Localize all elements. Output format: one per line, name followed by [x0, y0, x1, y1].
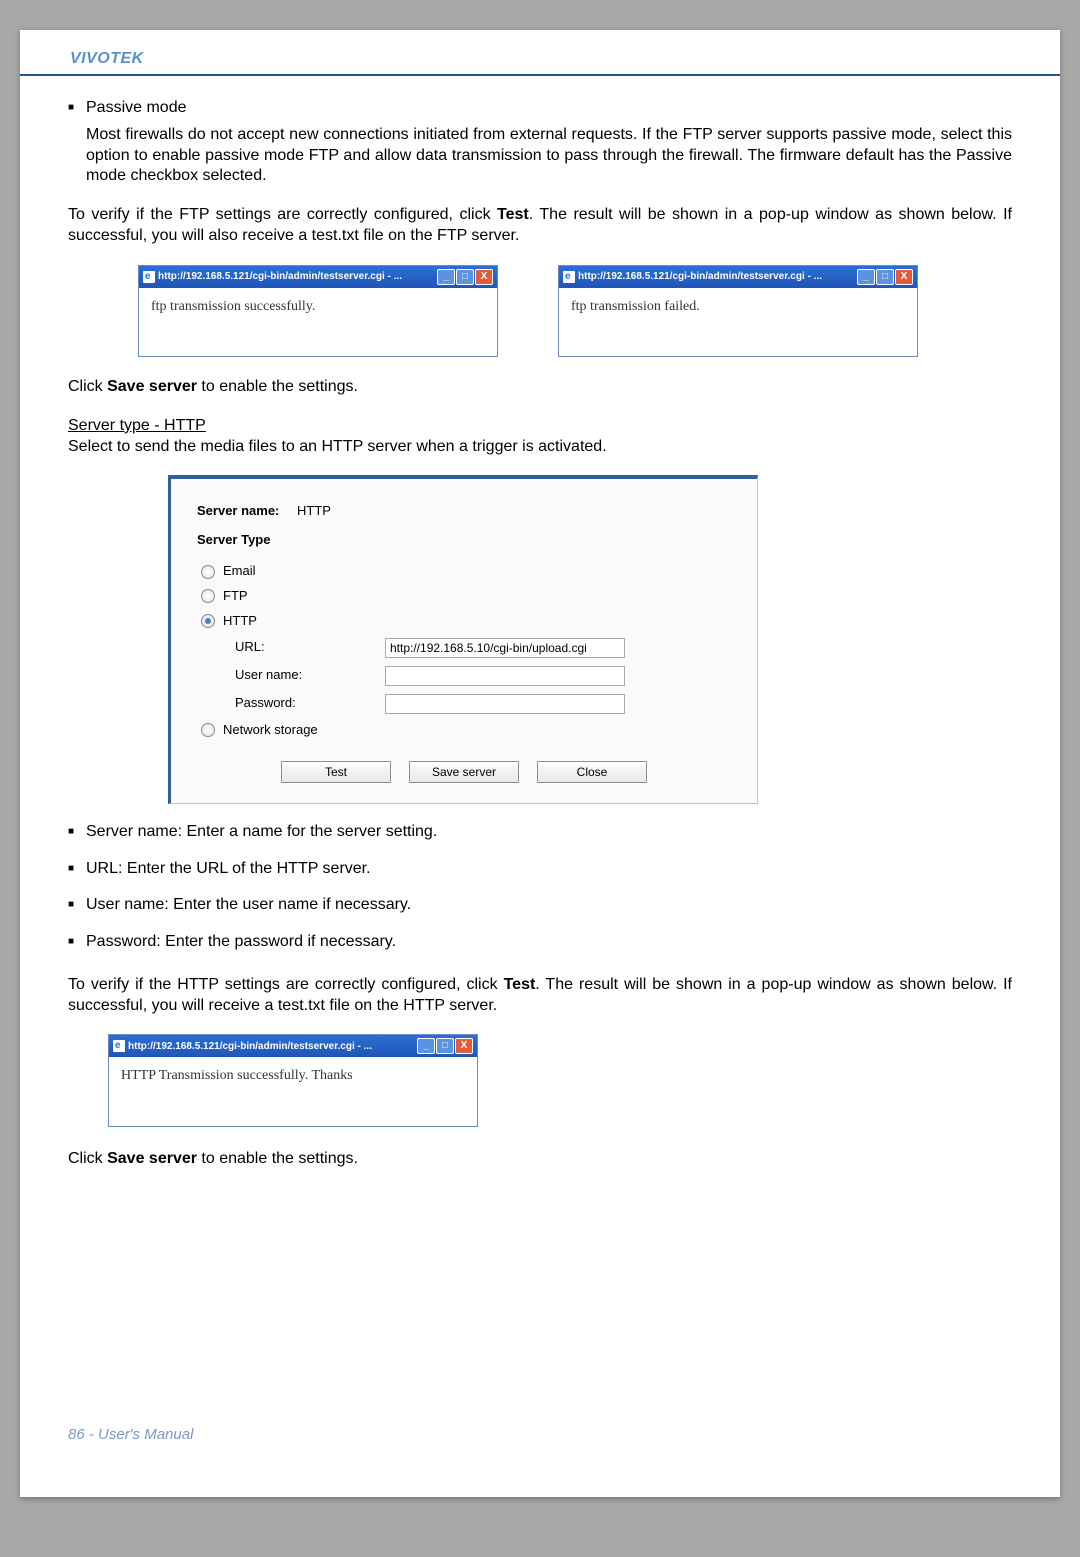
minimize-button[interactable]: _	[857, 269, 875, 285]
popup-titlebar: http://192.168.5.121/cgi-bin/admin/tests…	[109, 1035, 477, 1057]
username-input[interactable]	[385, 666, 625, 686]
http-success-popup: http://192.168.5.121/cgi-bin/admin/tests…	[108, 1034, 478, 1126]
server-name-label: Server name:	[197, 503, 297, 520]
http-verify-text: To verify if the HTTP settings are corre…	[68, 975, 1012, 1017]
url-input[interactable]	[385, 638, 625, 658]
save-post: to enable the settings.	[197, 1150, 358, 1167]
radio-http[interactable]	[201, 614, 215, 628]
document-page: VIVOTEK Passive mode Most firewalls do n…	[20, 30, 1060, 1497]
passive-mode-body: Most firewalls do not accept new connect…	[68, 125, 1012, 187]
ie-icon	[113, 1040, 125, 1052]
save-post: to enable the settings.	[197, 378, 358, 395]
http-verify-word: Test	[504, 976, 536, 993]
close-config-button[interactable]: Close	[537, 761, 647, 783]
radio-ftp[interactable]	[201, 589, 215, 603]
window-buttons: _ □ X	[437, 269, 493, 285]
http-section-title: Server type - HTTP	[68, 416, 1012, 437]
config-button-row: Test Save server Close	[197, 761, 731, 783]
ie-icon	[563, 271, 575, 283]
url-label: URL:	[235, 639, 385, 656]
window-buttons: _ □ X	[857, 269, 913, 285]
ie-icon	[143, 271, 155, 283]
popup-body: ftp transmission successfully.	[139, 288, 497, 356]
popup-title: http://192.168.5.121/cgi-bin/admin/tests…	[158, 270, 434, 283]
page-footer: 86 - User's Manual	[68, 1426, 193, 1443]
save-word: Save server	[107, 1150, 197, 1167]
radio-ns-label: Network storage	[223, 722, 318, 739]
radio-ns-row[interactable]: Network storage	[201, 722, 731, 739]
popup-body: HTTP Transmission successfully. Thanks	[109, 1057, 477, 1125]
ftp-popup-row: http://192.168.5.121/cgi-bin/admin/tests…	[138, 265, 1012, 357]
server-type-label: Server Type	[197, 532, 731, 549]
password-label: Password:	[235, 695, 385, 712]
radio-email-label: Email	[223, 563, 256, 580]
http-popup-container: http://192.168.5.121/cgi-bin/admin/tests…	[108, 1034, 1012, 1126]
bullet-server-name: Server name: Enter a name for the server…	[68, 822, 1012, 843]
save-server-button[interactable]: Save server	[409, 761, 519, 783]
radio-email-row[interactable]: Email	[201, 563, 731, 580]
http-config-bullets: Server name: Enter a name for the server…	[68, 822, 1012, 953]
radio-network-storage[interactable]	[201, 723, 215, 737]
radio-http-label: HTTP	[223, 613, 257, 630]
radio-email[interactable]	[201, 565, 215, 579]
minimize-button[interactable]: _	[417, 1038, 435, 1054]
close-button[interactable]: X	[895, 269, 913, 285]
close-button[interactable]: X	[475, 269, 493, 285]
ftp-verify-pre: To verify if the FTP settings are correc…	[68, 206, 497, 223]
bullet-pass: Password: Enter the password if necessar…	[68, 932, 1012, 953]
ftp-fail-popup: http://192.168.5.121/cgi-bin/admin/tests…	[558, 265, 918, 357]
radio-ftp-row[interactable]: FTP	[201, 588, 731, 605]
save-pre: Click	[68, 1150, 107, 1167]
password-input[interactable]	[385, 694, 625, 714]
window-buttons: _ □ X	[417, 1038, 473, 1054]
http-config-panel: Server name: HTTP Server Type Email FTP …	[168, 475, 758, 803]
page-content: Passive mode Most firewalls do not accep…	[20, 76, 1060, 1169]
passive-mode-title: Passive mode	[68, 98, 1012, 119]
radio-ftp-label: FTP	[223, 588, 248, 605]
http-section-body: Select to send the media files to an HTT…	[68, 437, 1012, 458]
minimize-button[interactable]: _	[437, 269, 455, 285]
save-word: Save server	[107, 378, 197, 395]
ftp-success-popup: http://192.168.5.121/cgi-bin/admin/tests…	[138, 265, 498, 357]
http-verify-pre: To verify if the HTTP settings are corre…	[68, 976, 504, 993]
ftp-verify-text: To verify if the FTP settings are correc…	[68, 205, 1012, 247]
maximize-button[interactable]: □	[456, 269, 474, 285]
test-button[interactable]: Test	[281, 761, 391, 783]
popup-title: http://192.168.5.121/cgi-bin/admin/tests…	[578, 270, 854, 283]
page-header: VIVOTEK	[20, 30, 1060, 76]
maximize-button[interactable]: □	[876, 269, 894, 285]
save-server-line-1: Click Save server to enable the settings…	[68, 377, 1012, 398]
popup-body: ftp transmission failed.	[559, 288, 917, 356]
radio-http-row[interactable]: HTTP	[201, 613, 731, 630]
bullet-user: User name: Enter the user name if necess…	[68, 895, 1012, 916]
popup-titlebar: http://192.168.5.121/cgi-bin/admin/tests…	[139, 266, 497, 288]
bullet-url: URL: Enter the URL of the HTTP server.	[68, 859, 1012, 880]
save-pre: Click	[68, 378, 107, 395]
server-name-value: HTTP	[297, 503, 331, 520]
popup-title: http://192.168.5.121/cgi-bin/admin/tests…	[128, 1040, 414, 1053]
brand-logo: VIVOTEK	[20, 50, 1060, 68]
popup-titlebar: http://192.168.5.121/cgi-bin/admin/tests…	[559, 266, 917, 288]
ftp-verify-word: Test	[497, 206, 529, 223]
close-button[interactable]: X	[455, 1038, 473, 1054]
save-server-line-2: Click Save server to enable the settings…	[68, 1149, 1012, 1170]
username-label: User name:	[235, 667, 385, 684]
maximize-button[interactable]: □	[436, 1038, 454, 1054]
